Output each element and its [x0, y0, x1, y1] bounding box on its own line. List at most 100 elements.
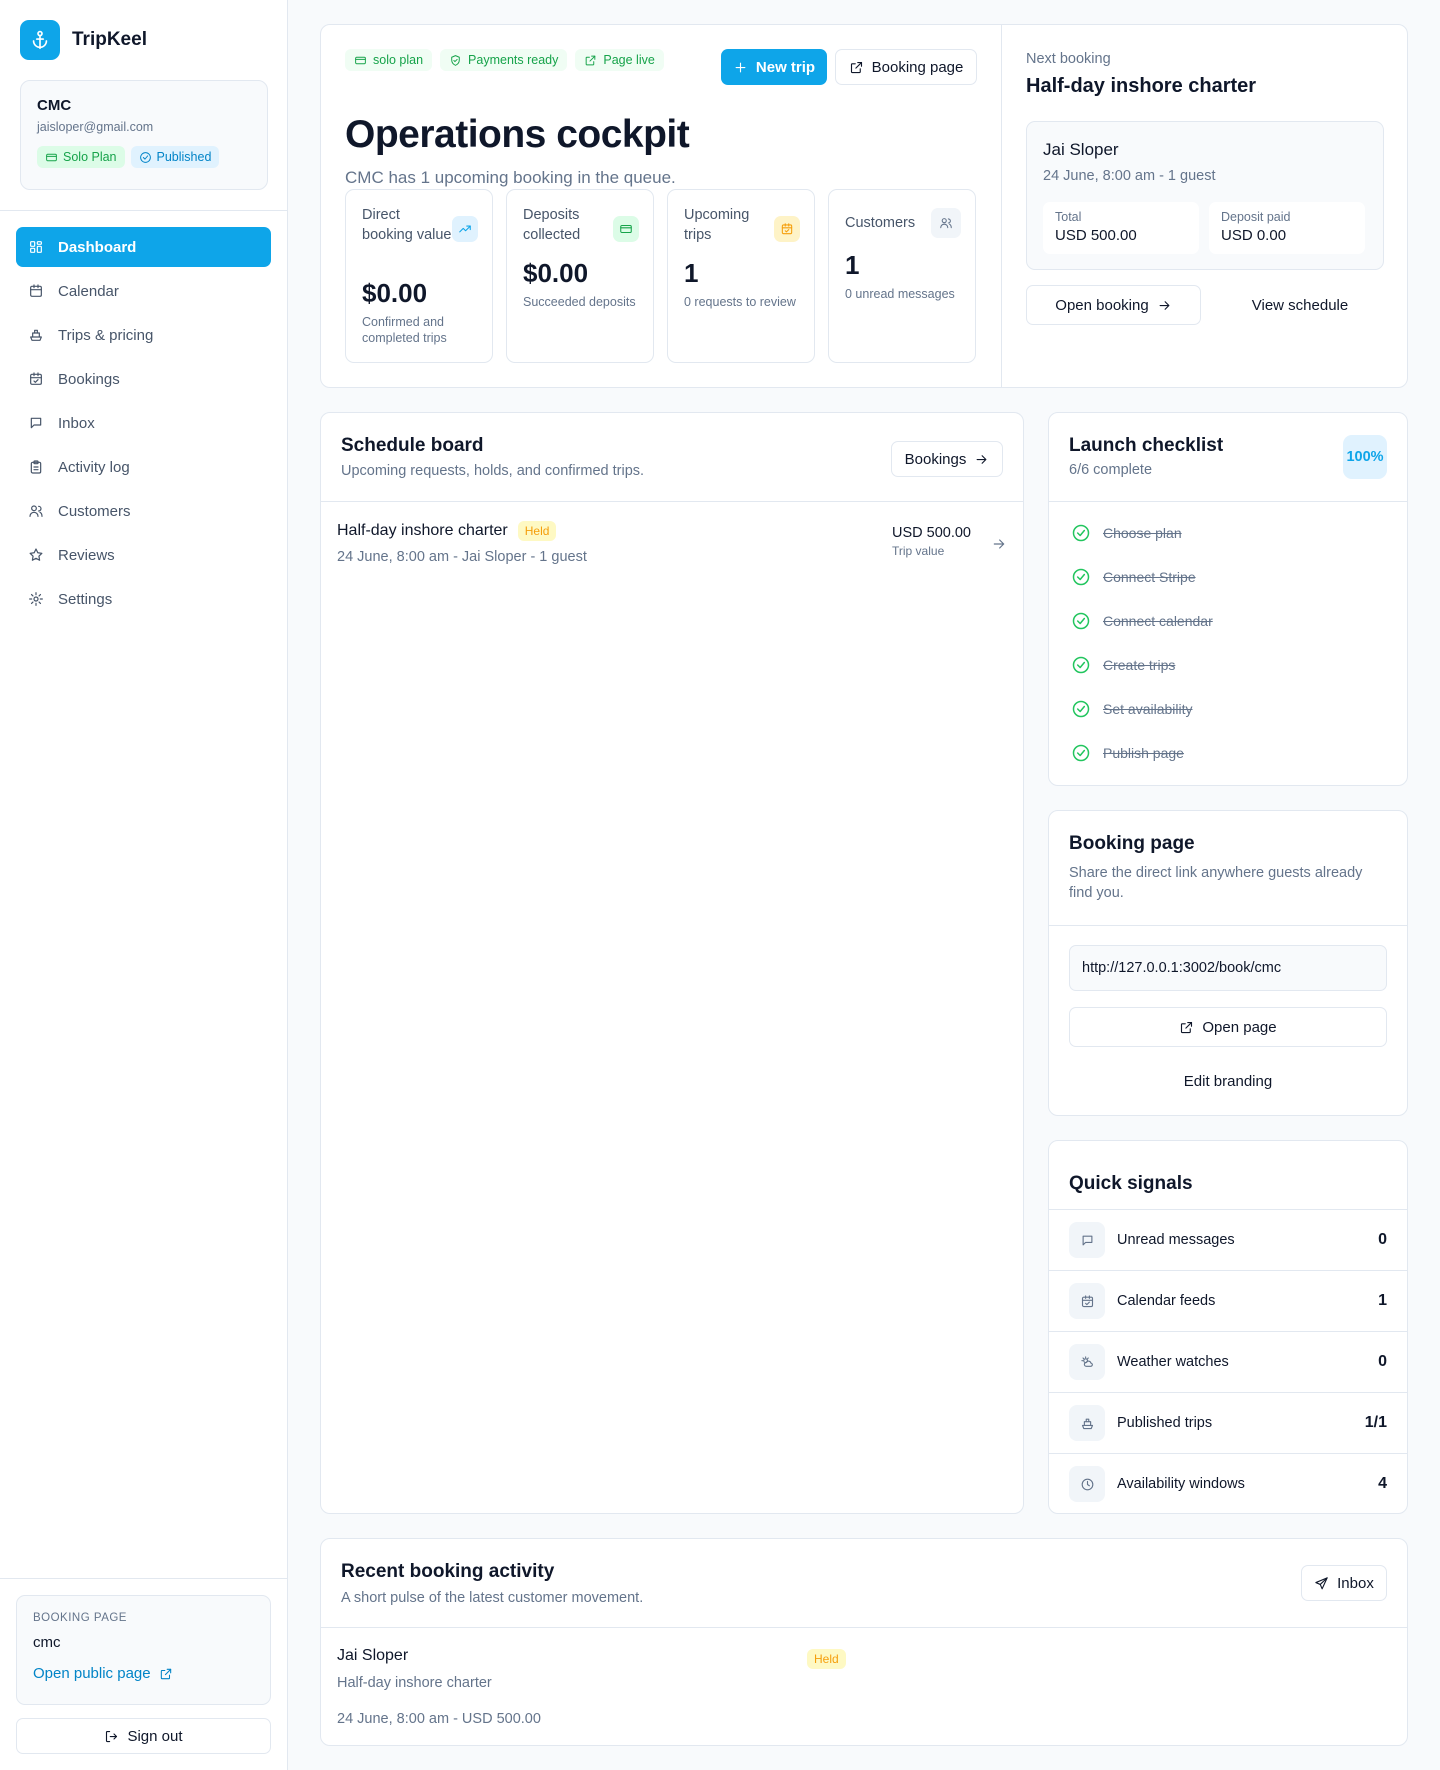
activity-meta: 24 June, 8:00 am - USD 500.00 — [337, 1711, 541, 1727]
calendar-check-icon — [1069, 1283, 1105, 1319]
new-trip-button[interactable]: New trip — [721, 49, 827, 85]
boat-icon — [1069, 1405, 1105, 1441]
checklist-item: Create trips — [1071, 655, 1175, 675]
sidebar-item-calendar[interactable]: Calendar — [16, 271, 271, 311]
signal-unread-messages[interactable]: Unread messages 0 — [1049, 1209, 1407, 1270]
trending-up-icon — [452, 216, 478, 242]
credit-card-icon — [355, 56, 366, 64]
sidebar-booking-title: BOOKING PAGE — [33, 1612, 127, 1624]
open-booking-button[interactable]: Open booking — [1026, 285, 1201, 325]
open-booking-label: Open booking — [1055, 296, 1149, 314]
open-page-button[interactable]: Open page — [1069, 1007, 1387, 1047]
divider — [1049, 501, 1407, 502]
shield-check-icon — [451, 54, 460, 66]
arrow-right-icon[interactable] — [991, 536, 1007, 552]
stat-direct-booking-value: Direct booking value $0.00 Confirmed and… — [345, 189, 493, 363]
trip-value-label: Trip value — [892, 544, 945, 558]
sign-out-button[interactable]: Sign out — [16, 1718, 271, 1754]
stat-label: Deposits collected — [523, 207, 581, 243]
schedule-row-title-wrap: Half-day inshore charter Held — [337, 521, 557, 541]
next-booking-deposit: Deposit paid USD 0.00 — [1209, 202, 1365, 254]
schedule-row-amount: USD 500.00 Trip value — [892, 525, 971, 558]
signal-label: Calendar feeds — [1117, 1293, 1216, 1309]
sidebar-item-reviews[interactable]: Reviews — [16, 535, 271, 575]
sidebar-item-inbox[interactable]: Inbox — [16, 403, 271, 443]
dashboard-icon — [30, 241, 42, 253]
page-live-tag: Page live — [575, 49, 664, 71]
inbox-button-label: Inbox — [1337, 1574, 1374, 1592]
schedule-row-title: Half-day inshore charter — [337, 522, 508, 539]
recent-title: Recent booking activity — [341, 1561, 555, 1582]
page-title: Operations cockpit — [345, 113, 690, 156]
sidebar: TripKeel CMC jaisloper@gmail.com Solo Pl… — [0, 0, 288, 1770]
account-email: jaisloper@gmail.com — [37, 120, 154, 134]
booking-page-title: Booking page — [1069, 833, 1195, 854]
divider — [321, 1627, 1407, 1628]
check-circle-icon — [1072, 744, 1090, 762]
logout-icon — [106, 1730, 118, 1742]
stat-note: Succeeded deposits — [523, 295, 636, 309]
star-icon — [29, 548, 43, 561]
plan-tag: solo plan — [345, 49, 433, 71]
bookings-button-label: Bookings — [904, 450, 967, 468]
plan-badge: Solo Plan — [37, 146, 125, 168]
calendar-check-icon — [30, 372, 42, 385]
sidebar-item-activity-log[interactable]: Activity log — [16, 447, 271, 487]
sidebar-item-label: Bookings — [58, 370, 120, 388]
launch-subtitle: 6/6 complete — [1069, 462, 1153, 478]
stat-label: Customers — [845, 215, 916, 231]
signal-calendar-feeds[interactable]: Calendar feeds 1 — [1049, 1270, 1407, 1331]
send-icon — [1315, 1576, 1328, 1589]
page-subtitle: CMC has 1 upcoming booking in the queue. — [345, 168, 676, 187]
inbox-button[interactable]: Inbox — [1301, 1565, 1387, 1601]
check-circle-icon — [1072, 524, 1090, 542]
stat-note: 0 unread messages — [845, 287, 955, 301]
signal-weather-watches[interactable]: Weather watches 0 — [1049, 1331, 1407, 1392]
signal-published-trips[interactable]: Published trips 1/1 — [1049, 1392, 1407, 1453]
check-circle-icon — [1072, 568, 1090, 586]
external-link-icon — [586, 55, 596, 65]
signal-value: 1 — [1378, 1292, 1387, 1309]
clipboard-icon — [30, 460, 42, 474]
boat-icon — [30, 329, 42, 341]
signal-value: 0 — [1378, 1231, 1387, 1248]
quick-signals: Quick signals Unread messages 0 Calendar… — [1048, 1140, 1408, 1514]
stat-value: 1 — [684, 258, 699, 288]
arrow-right-icon — [1159, 300, 1170, 310]
booking-url-field[interactable]: http://127.0.0.1:3002/book/cmc — [1069, 945, 1387, 991]
sidebar-item-dashboard[interactable]: Dashboard — [16, 227, 271, 267]
sidebar-item-settings[interactable]: Settings — [16, 579, 271, 619]
edit-branding-button[interactable]: Edit branding — [1069, 1061, 1387, 1101]
users-icon — [29, 505, 43, 517]
external-link-icon — [1181, 1021, 1193, 1033]
booking-page-button[interactable]: Booking page — [835, 49, 977, 85]
view-schedule-button[interactable]: View schedule — [1216, 285, 1384, 325]
sidebar-item-trips-pricing[interactable]: Trips & pricing — [16, 315, 271, 355]
next-booking-title: Half-day inshore charter — [1026, 75, 1257, 97]
sidebar-item-customers[interactable]: Customers — [16, 491, 271, 531]
activity-trip: Half-day inshore charter — [337, 1675, 492, 1691]
checklist-item-label: Set availability — [1103, 701, 1193, 717]
plus-icon — [735, 62, 746, 72]
bookings-button[interactable]: Bookings — [891, 441, 1003, 477]
sidebar-divider — [0, 210, 288, 211]
signal-availability-windows[interactable]: Availability windows 4 — [1049, 1453, 1407, 1514]
check-circle-icon — [1072, 656, 1090, 674]
open-public-page-link[interactable]: Open public page — [33, 1665, 254, 1682]
brand[interactable]: TripKeel — [20, 20, 147, 60]
gear-icon — [29, 592, 43, 606]
external-link-icon — [160, 1668, 171, 1679]
checklist-item: Choose plan — [1071, 523, 1182, 543]
divider — [321, 501, 1023, 502]
status-badge: Held — [807, 1649, 846, 1669]
stat-label: Direct booking value — [362, 207, 452, 243]
operations-hero: solo plan Payments ready Page live New t… — [320, 24, 1408, 388]
arrow-right-icon — [976, 454, 987, 464]
schedule-row-meta: 24 June, 8:00 am - Jai Sloper - 1 guest — [337, 549, 587, 565]
anchor-icon — [20, 20, 60, 60]
signal-label: Published trips — [1117, 1415, 1213, 1431]
checklist-item-label: Connect calendar — [1103, 613, 1213, 629]
next-booking-card[interactable]: Jai Sloper 24 June, 8:00 am - 1 guest To… — [1026, 121, 1384, 270]
divider — [1049, 925, 1407, 926]
sidebar-item-bookings[interactable]: Bookings — [16, 359, 271, 399]
